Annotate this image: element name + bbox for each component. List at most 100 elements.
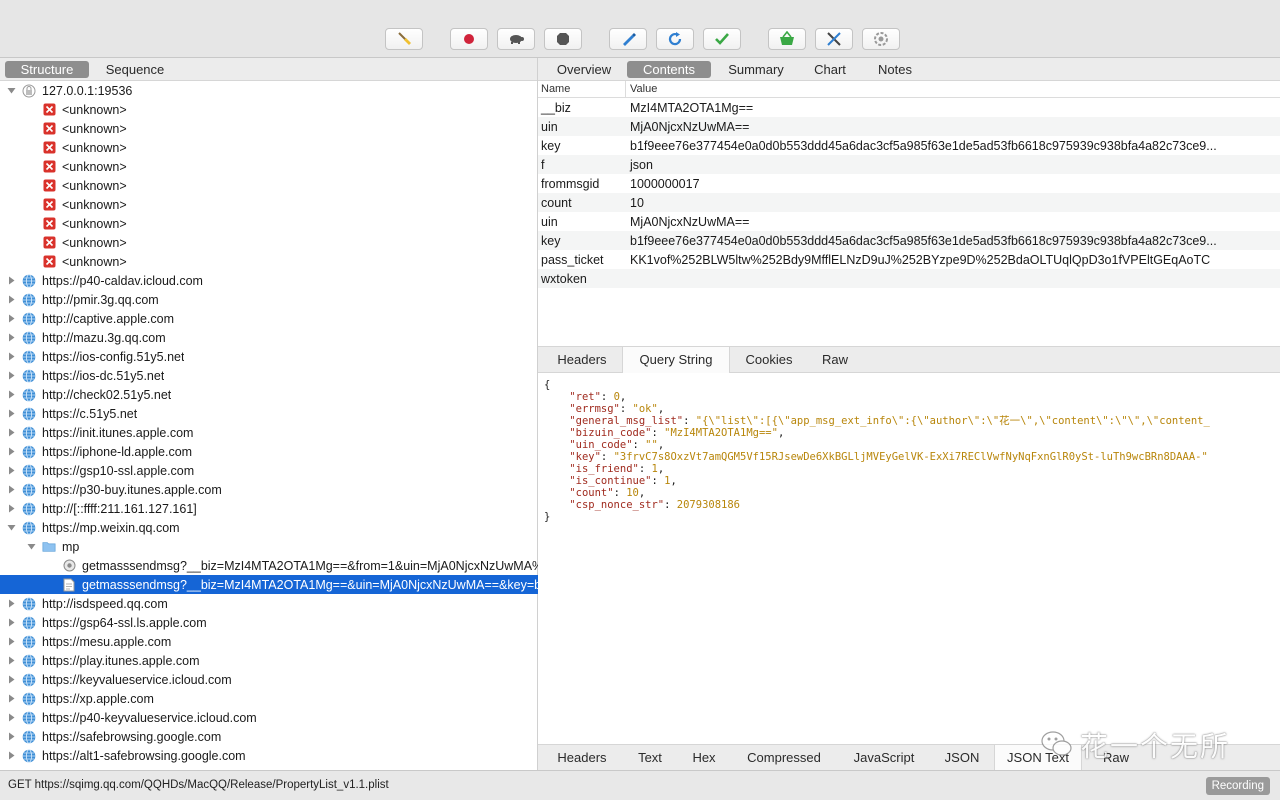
resp-tab-headers[interactable]: Headers <box>544 745 620 770</box>
tree-row[interactable]: getmasssendmsg?__biz=MzI4MTA2OTA1Mg==&ui… <box>0 575 538 594</box>
tab-summary[interactable]: Summary <box>716 61 796 78</box>
subtab-cookies[interactable]: Cookies <box>732 347 806 373</box>
param-row[interactable]: uin MjA0NjcxNzUwMA== <box>538 212 1280 231</box>
resp-tab-text[interactable]: Text <box>626 745 674 770</box>
resp-tab-compressed[interactable]: Compressed <box>734 745 834 770</box>
resp-tab-hex[interactable]: Hex <box>680 745 728 770</box>
param-row[interactable]: key b1f9eee76e377454e0a0d0b553ddd45a6dac3… <box>538 231 1280 250</box>
disclosure-collapsed-icon[interactable] <box>6 352 16 362</box>
tree-row[interactable]: https://mesu.apple.com <box>0 632 538 651</box>
column-header-name[interactable]: Name <box>538 81 626 97</box>
compose-button[interactable] <box>609 28 647 50</box>
disclosure-collapsed-icon[interactable] <box>6 618 16 628</box>
tree-row[interactable]: <unknown> <box>0 119 538 138</box>
tree-row[interactable]: https://ios-config.51y5.net <box>0 347 538 366</box>
tree-row[interactable]: http://[::ffff:211.161.127.161] <box>0 499 538 518</box>
disclosure-collapsed-icon[interactable] <box>6 371 16 381</box>
param-row[interactable]: uin MjA0NjcxNzUwMA== <box>538 117 1280 136</box>
disclosure-collapsed-icon[interactable] <box>6 485 16 495</box>
disclosure-collapsed-icon[interactable] <box>6 713 16 723</box>
param-row[interactable]: f json <box>538 155 1280 174</box>
tab-contents[interactable]: Contents <box>627 61 711 78</box>
tree-row[interactable]: <unknown> <box>0 100 538 119</box>
settings-button[interactable] <box>862 28 900 50</box>
disclosure-collapsed-icon[interactable] <box>6 466 16 476</box>
throttle-button[interactable] <box>497 28 535 50</box>
tree-row[interactable]: https://p40-keyvalueservice.icloud.com <box>0 708 538 727</box>
shopping-basket-button[interactable] <box>768 28 806 50</box>
disclosure-collapsed-icon[interactable] <box>6 314 16 324</box>
tree-row[interactable]: https://p30-buy.itunes.apple.com <box>0 480 538 499</box>
disclosure-expanded-icon[interactable] <box>6 86 16 96</box>
disclosure-collapsed-icon[interactable] <box>6 637 16 647</box>
json-response-view[interactable]: { "ret": 0, "errmsg": "ok", "general_msg… <box>538 373 1280 743</box>
record-button[interactable] <box>450 28 488 50</box>
disclosure-expanded-icon[interactable] <box>26 542 36 552</box>
tree-row[interactable]: <unknown> <box>0 138 538 157</box>
disclosure-expanded-icon[interactable] <box>6 523 16 533</box>
tree-row[interactable]: 127.0.0.1:19536 <box>0 81 538 100</box>
disclosure-collapsed-icon[interactable] <box>6 504 16 514</box>
resp-tab-javascript[interactable]: JavaScript <box>840 745 928 770</box>
tab-notes[interactable]: Notes <box>864 61 926 78</box>
tools-button[interactable] <box>815 28 853 50</box>
clear-button[interactable] <box>385 28 423 50</box>
disclosure-collapsed-icon[interactable] <box>6 732 16 742</box>
subtab-raw[interactable]: Raw <box>808 347 862 373</box>
tree-row[interactable]: https://ios-dc.51y5.net <box>0 366 538 385</box>
tree-row[interactable]: https://safebrowsing.google.com <box>0 727 538 746</box>
tab-chart[interactable]: Chart <box>801 61 859 78</box>
disclosure-collapsed-icon[interactable] <box>6 295 16 305</box>
tree-row[interactable]: getmasssendmsg?__biz=MzI4MTA2OTA1Mg==&fr… <box>0 556 538 575</box>
tree-row[interactable]: https://c.51y5.net <box>0 404 538 423</box>
tab-sequence[interactable]: Sequence <box>94 61 176 78</box>
tab-overview[interactable]: Overview <box>546 61 622 78</box>
repeat-button[interactable] <box>656 28 694 50</box>
subtab-query-string[interactable]: Query String <box>622 347 730 373</box>
disclosure-collapsed-icon[interactable] <box>6 390 16 400</box>
disclosure-collapsed-icon[interactable] <box>6 276 16 286</box>
tree-row[interactable]: https://keyvalueservice.icloud.com <box>0 670 538 689</box>
param-row[interactable]: frommsgid 1000000017 <box>538 174 1280 193</box>
disclosure-collapsed-icon[interactable] <box>6 428 16 438</box>
param-row[interactable]: wxtoken <box>538 269 1280 288</box>
subtab-headers[interactable]: Headers <box>544 347 620 373</box>
tree-row[interactable]: <unknown> <box>0 214 538 233</box>
tab-structure[interactable]: Structure <box>5 61 89 78</box>
param-row[interactable]: key b1f9eee76e377454e0a0d0b553ddd45a6dac3… <box>538 136 1280 155</box>
tree-row[interactable]: https://alt1-safebrowsing.google.com <box>0 746 538 765</box>
column-header-value[interactable]: Value <box>626 83 657 95</box>
param-row[interactable]: count 10 <box>538 193 1280 212</box>
tree-row[interactable]: https://mp.weixin.qq.com <box>0 518 538 537</box>
tree-row[interactable]: http://isdspeed.qq.com <box>0 594 538 613</box>
tree-row[interactable]: <unknown> <box>0 176 538 195</box>
disclosure-collapsed-icon[interactable] <box>6 599 16 609</box>
tree-row[interactable]: https://init.itunes.apple.com <box>0 423 538 442</box>
tree-row[interactable]: http://check02.51y5.net <box>0 385 538 404</box>
validate-button[interactable] <box>703 28 741 50</box>
disclosure-collapsed-icon[interactable] <box>6 751 16 761</box>
disclosure-collapsed-icon[interactable] <box>6 694 16 704</box>
disclosure-collapsed-icon[interactable] <box>6 409 16 419</box>
param-row[interactable]: __biz MzI4MTA2OTA1Mg== <box>538 98 1280 117</box>
disclosure-collapsed-icon[interactable] <box>6 675 16 685</box>
tree-row[interactable]: https://p40-caldav.icloud.com <box>0 271 538 290</box>
tree-row[interactable]: http://pmir.3g.qq.com <box>0 290 538 309</box>
recording-badge[interactable]: Recording <box>1205 777 1270 795</box>
tree-row[interactable]: https://gsp64-ssl.ls.apple.com <box>0 613 538 632</box>
tree-row[interactable]: <unknown> <box>0 233 538 252</box>
tree-row[interactable]: <unknown> <box>0 195 538 214</box>
resp-tab-json[interactable]: JSON <box>934 745 990 770</box>
tree-row[interactable]: <unknown> <box>0 157 538 176</box>
breakpoints-button[interactable] <box>544 28 582 50</box>
tree-row[interactable]: mp <box>0 537 538 556</box>
tree-row[interactable]: http://mazu.3g.qq.com <box>0 328 538 347</box>
param-row[interactable]: pass_ticket KK1vof%252BLW5ltw%252Bdy9Mffl… <box>538 250 1280 269</box>
tree-row[interactable]: https://play.itunes.apple.com <box>0 651 538 670</box>
tree-row[interactable]: <unknown> <box>0 252 538 271</box>
disclosure-collapsed-icon[interactable] <box>6 333 16 343</box>
tree-row[interactable]: https://xp.apple.com <box>0 689 538 708</box>
tree-row[interactable]: https://iphone-ld.apple.com <box>0 442 538 461</box>
tree-row[interactable]: https://gsp10-ssl.apple.com <box>0 461 538 480</box>
disclosure-collapsed-icon[interactable] <box>6 447 16 457</box>
